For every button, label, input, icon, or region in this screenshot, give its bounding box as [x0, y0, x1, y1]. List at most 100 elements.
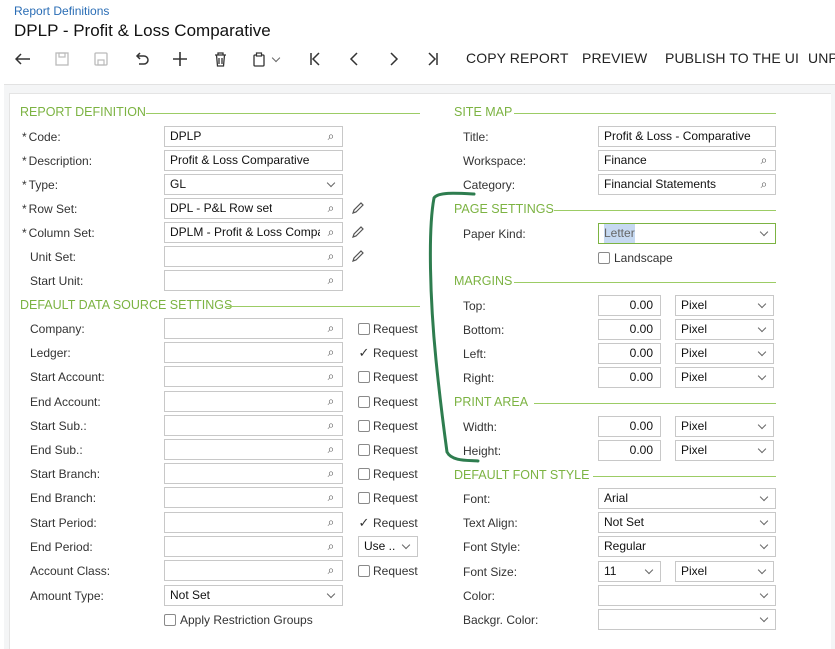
- next-record-icon[interactable]: [381, 46, 407, 72]
- chevron-down-icon: [755, 296, 769, 315]
- search-icon[interactable]: ⌕: [324, 199, 338, 218]
- request-checkbox[interactable]: [358, 419, 370, 432]
- previous-record-icon[interactable]: [341, 46, 367, 72]
- search-icon[interactable]: ⌕: [324, 271, 338, 290]
- margin-right-unit-select[interactable]: Pixel: [675, 367, 774, 388]
- copy-report-button[interactable]: COPY REPORT: [466, 50, 569, 66]
- print-height-unit-select[interactable]: Pixel: [675, 440, 774, 461]
- search-icon[interactable]: ⌕: [324, 127, 338, 146]
- margin-bottom-field[interactable]: 0.00: [598, 319, 661, 340]
- delete-icon[interactable]: [207, 46, 233, 72]
- search-icon[interactable]: ⌕: [324, 392, 338, 411]
- request-checkbox[interactable]: [358, 565, 370, 577]
- save-close-icon[interactable]: [49, 46, 75, 72]
- search-icon[interactable]: ⌕: [757, 175, 771, 194]
- data-source-field[interactable]: ⌕: [164, 318, 343, 339]
- data-source-field[interactable]: ⌕: [164, 487, 343, 509]
- search-icon[interactable]: ⌕: [324, 561, 338, 580]
- request-checkbox[interactable]: [358, 395, 370, 408]
- data-source-field[interactable]: ⌕: [164, 511, 343, 533]
- search-icon[interactable]: ⌕: [757, 151, 771, 170]
- search-icon[interactable]: ⌕: [324, 488, 338, 507]
- data-source-field[interactable]: ⌕: [164, 439, 343, 460]
- amount-type-select[interactable]: Not Set: [164, 585, 343, 606]
- request-checkbox[interactable]: [358, 492, 370, 505]
- type-select[interactable]: GL: [164, 174, 343, 195]
- clipboard-chevron-down-icon[interactable]: [268, 46, 284, 72]
- breadcrumb[interactable]: Report Definitions: [14, 4, 109, 18]
- preview-button[interactable]: PREVIEW: [582, 50, 647, 66]
- add-icon[interactable]: [167, 46, 193, 72]
- data-source-field[interactable]: ⌕: [164, 342, 343, 364]
- request-checkmark-icon[interactable]: ✓: [358, 516, 370, 529]
- print-height-field[interactable]: 0.00: [598, 440, 661, 461]
- back-icon[interactable]: [10, 46, 36, 72]
- undo-icon[interactable]: [128, 46, 154, 72]
- margin-left-field[interactable]: 0.00: [598, 343, 661, 364]
- print-width-unit-select[interactable]: Pixel: [675, 416, 774, 437]
- use-select[interactable]: Use ...: [358, 535, 418, 557]
- unit-set-field[interactable]: ⌕: [164, 246, 343, 267]
- search-icon[interactable]: ⌕: [324, 513, 338, 532]
- margin-top-field[interactable]: 0.00: [598, 295, 661, 316]
- print-width-field[interactable]: 0.00: [598, 416, 661, 437]
- workspace-field[interactable]: Finance ⌕: [598, 150, 776, 171]
- font-size-select[interactable]: 11: [598, 561, 661, 582]
- publish-button[interactable]: PUBLISH TO THE UI: [665, 50, 799, 66]
- margin-bottom-unit-select[interactable]: Pixel: [675, 319, 774, 340]
- request-checkbox[interactable]: [358, 468, 370, 481]
- column-set-field[interactable]: DPLM - Profit & Loss Compar ⌕: [164, 222, 343, 243]
- landscape-label: Landscape: [614, 251, 673, 265]
- search-icon[interactable]: ⌕: [324, 319, 338, 338]
- margin-right-field[interactable]: 0.00: [598, 367, 661, 388]
- page-title: DPLP - Profit & Loss Comparative: [14, 21, 271, 40]
- data-source-field[interactable]: ⌕: [164, 366, 343, 388]
- request-checkmark-icon[interactable]: ✓: [358, 346, 370, 359]
- last-record-icon[interactable]: [420, 46, 446, 72]
- row-set-field[interactable]: DPL - P&L Row set ⌕: [164, 198, 343, 219]
- description-field[interactable]: Profit & Loss Comparative: [164, 150, 343, 171]
- margin-top-unit-select[interactable]: Pixel: [675, 295, 774, 316]
- paper-kind-select[interactable]: Letter: [598, 223, 776, 244]
- request-checkbox[interactable]: [358, 444, 370, 456]
- data-source-field[interactable]: ⌕: [164, 463, 343, 485]
- font-select[interactable]: Arial: [598, 488, 776, 509]
- search-icon[interactable]: ⌕: [324, 440, 338, 459]
- search-icon[interactable]: ⌕: [324, 247, 338, 266]
- text-align-select[interactable]: Not Set: [598, 512, 776, 533]
- unpublish-button[interactable]: UNP: [808, 50, 835, 66]
- margin-left-unit-select[interactable]: Pixel: [675, 343, 774, 364]
- category-field[interactable]: Financial Statements ⌕: [598, 174, 776, 195]
- landscape-checkbox[interactable]: [598, 252, 610, 264]
- site-title-field[interactable]: Profit & Loss - Comparative: [598, 126, 776, 147]
- request-checkbox[interactable]: [358, 323, 370, 335]
- data-source-field[interactable]: ⌕: [164, 390, 343, 412]
- chevron-down-icon: [324, 586, 338, 605]
- search-icon[interactable]: ⌕: [324, 464, 338, 483]
- bg-color-select[interactable]: [598, 609, 776, 630]
- search-icon[interactable]: ⌕: [324, 537, 338, 556]
- first-record-icon[interactable]: [302, 46, 328, 72]
- font-style-select[interactable]: Regular: [598, 536, 776, 557]
- save-icon[interactable]: [88, 46, 114, 72]
- data-source-field[interactable]: ⌕: [164, 414, 343, 436]
- code-field[interactable]: DPLP ⌕: [164, 126, 343, 147]
- search-icon[interactable]: ⌕: [324, 343, 338, 362]
- search-icon[interactable]: ⌕: [324, 223, 338, 242]
- font-size-unit-select[interactable]: Pixel: [675, 561, 774, 582]
- request-checkbox[interactable]: [358, 371, 370, 384]
- section-divider: [554, 210, 776, 211]
- color-select[interactable]: [598, 585, 776, 606]
- data-source-field[interactable]: ⌕: [164, 560, 343, 581]
- edit-unit-set-icon[interactable]: [351, 249, 365, 263]
- edit-row-set-icon[interactable]: [351, 201, 365, 215]
- search-icon[interactable]: ⌕: [324, 367, 338, 386]
- edit-column-set-icon[interactable]: [351, 225, 365, 239]
- text-align-label: Text Align:: [463, 516, 518, 530]
- start-unit-field[interactable]: ⌕: [164, 270, 343, 291]
- apply-restriction-checkbox[interactable]: [164, 614, 176, 626]
- data-source-label: End Period:: [30, 539, 93, 554]
- search-icon[interactable]: ⌕: [324, 416, 338, 435]
- row-set-label: * Row Set:: [22, 202, 78, 216]
- data-source-field[interactable]: ⌕: [164, 535, 343, 557]
